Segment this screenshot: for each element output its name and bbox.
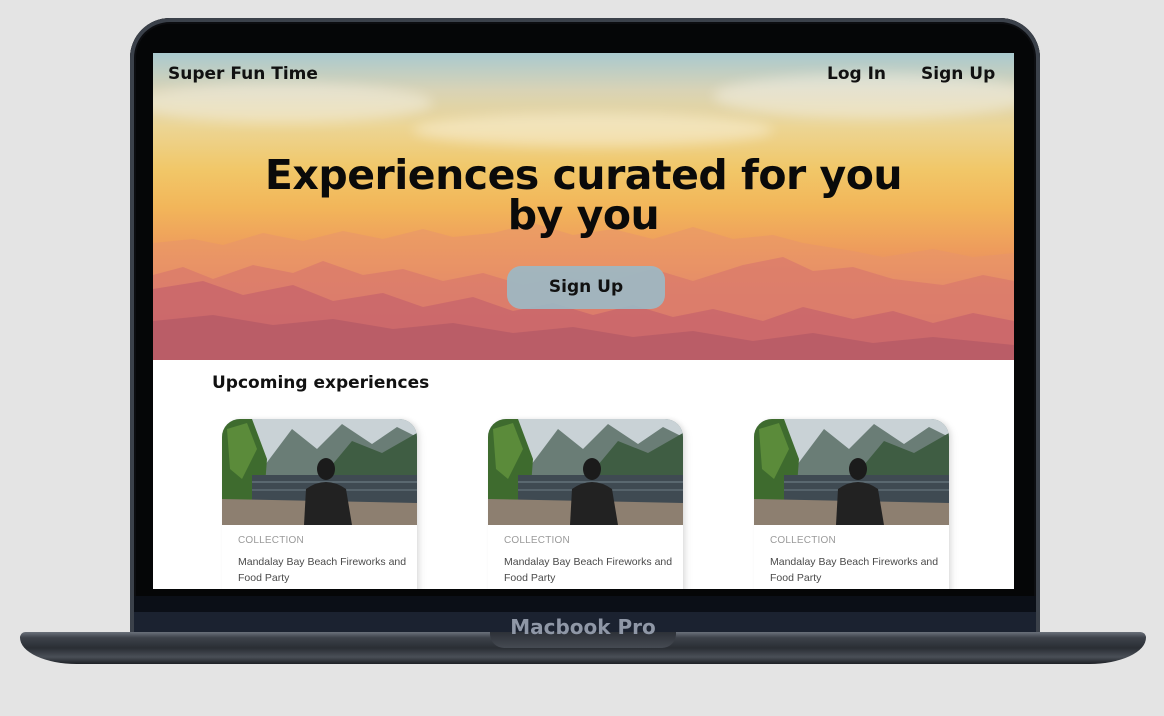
hero-headline-line-2: by you xyxy=(507,191,660,239)
lake-photo xyxy=(488,419,683,525)
section-heading: Upcoming experiences xyxy=(212,373,430,393)
device-label: Macbook Pro xyxy=(510,615,656,639)
hero-signup-button[interactable]: Sign Up xyxy=(507,266,665,309)
experience-card-image xyxy=(754,419,949,525)
lake-photo xyxy=(222,419,417,525)
experience-card-title[interactable]: Mandalay Bay Beach Fireworks and Food Pa… xyxy=(504,554,676,586)
experience-card-title[interactable]: Mandalay Bay Beach Fireworks and Food Pa… xyxy=(238,554,410,586)
experience-card-tag: COLLECTION xyxy=(504,535,570,546)
experience-card-image xyxy=(488,419,683,525)
hero-banner: Super Fun Time Log In Sign Up Experience… xyxy=(153,53,1014,360)
hero-headline-line-1: Experiences curated for you xyxy=(264,151,903,199)
experience-card-title[interactable]: Mandalay Bay Beach Fireworks and Food Pa… xyxy=(770,554,942,586)
hero-headline: Experiences curated for you by you xyxy=(153,151,1014,239)
experience-card[interactable]: COLLECTION Mandalay Bay Beach Fireworks … xyxy=(754,419,949,589)
brand-logo[interactable]: Super Fun Time xyxy=(168,64,318,84)
browser-screen: Super Fun Time Log In Sign Up Experience… xyxy=(153,53,1014,589)
experience-card[interactable]: COLLECTION Mandalay Bay Beach Fireworks … xyxy=(222,419,417,589)
experience-card-tag: COLLECTION xyxy=(238,535,304,546)
experience-card-tag: COLLECTION xyxy=(770,535,836,546)
signup-link[interactable]: Sign Up xyxy=(921,64,995,84)
device-mockup: Macbook Pro Super Fun Time Log In Sign U… xyxy=(0,0,1164,716)
experience-card-image xyxy=(222,419,417,525)
login-link[interactable]: Log In xyxy=(827,64,886,84)
experience-card[interactable]: COLLECTION Mandalay Bay Beach Fireworks … xyxy=(488,419,683,589)
lake-photo xyxy=(754,419,949,525)
